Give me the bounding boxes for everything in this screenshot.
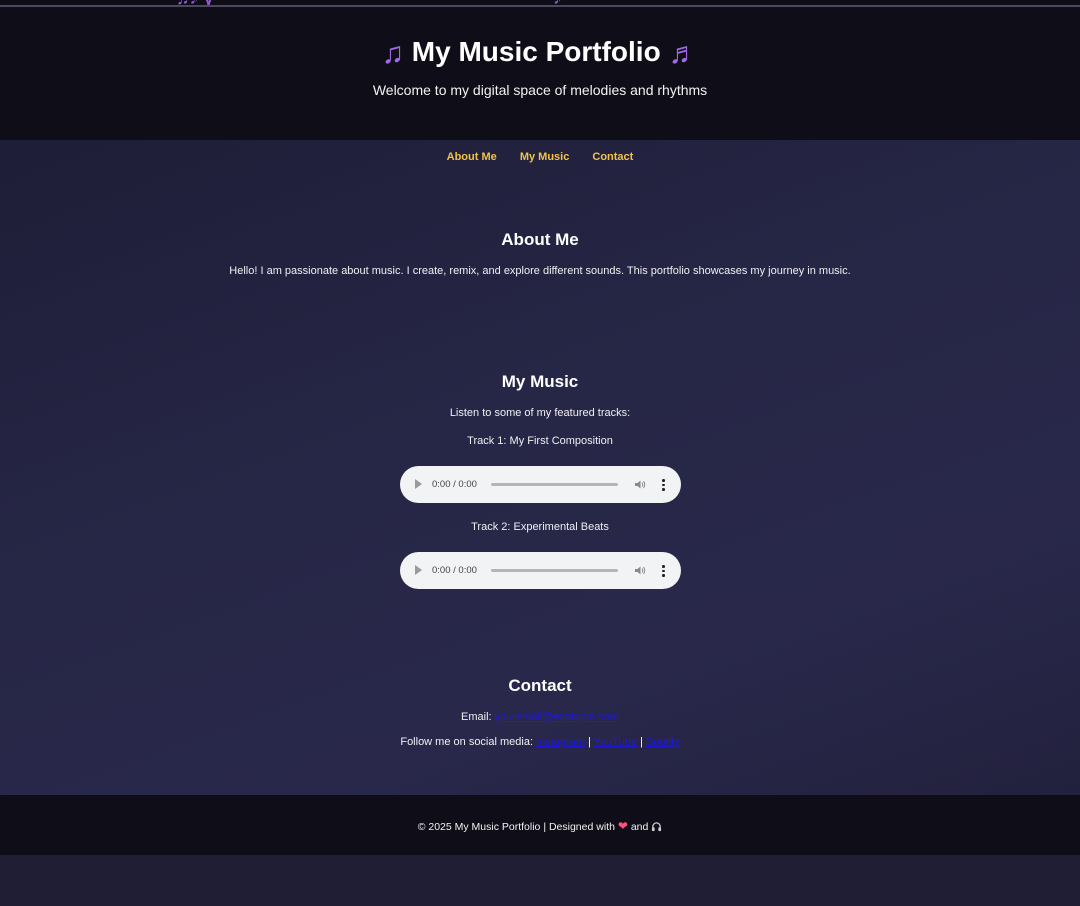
volume-icon[interactable] xyxy=(634,479,646,490)
headphone-icon xyxy=(652,822,662,832)
social-label: Follow me on social media: xyxy=(400,736,537,748)
email-label: Email: xyxy=(461,711,495,723)
volume-icon[interactable] xyxy=(634,565,646,576)
page-bottom xyxy=(0,855,1080,906)
audio-time: 0:00 / 0:00 xyxy=(432,565,477,576)
main-nav: About Me My Music Contact xyxy=(0,151,1080,163)
more-options-icon[interactable] xyxy=(657,478,669,492)
track-1-title: Track 1: My First Composition xyxy=(467,435,613,447)
more-options-icon[interactable] xyxy=(657,564,669,578)
contact-social-line: Follow me on social media: Instagram | Y… xyxy=(0,736,1080,748)
email-link[interactable]: youremail@example.com xyxy=(495,711,619,723)
track-2-title: Track 2: Experimental Beats xyxy=(471,521,609,533)
play-icon[interactable] xyxy=(415,565,422,575)
about-text: Hello! I am passionate about music. I cr… xyxy=(229,265,851,277)
site-footer: © 2025 My Music Portfolio | Designed wit… xyxy=(0,795,1080,855)
track-2-audio-player[interactable]: 0:00 / 0:00 xyxy=(400,552,681,589)
nav-my-music[interactable]: My Music xyxy=(520,151,570,163)
nav-contact[interactable]: Contact xyxy=(592,151,633,163)
site-header: ♫ My Music Portfolio ♬ Welcome to my dig… xyxy=(0,7,1080,140)
link-separator: | xyxy=(637,736,646,748)
top-strip: ♫♪ y ♪ xyxy=(0,0,1080,7)
music-intro: Listen to some of my featured tracks: xyxy=(449,407,631,419)
audio-progress-slider[interactable] xyxy=(491,483,618,486)
track-1-audio-player[interactable]: 0:00 / 0:00 xyxy=(400,466,681,503)
page-title-text: My Music Portfolio xyxy=(411,36,661,67)
audio-progress-slider[interactable] xyxy=(491,569,618,572)
play-icon[interactable] xyxy=(415,479,422,489)
page-title: ♫ My Music Portfolio ♬ xyxy=(0,33,1080,73)
link-separator: | xyxy=(585,736,594,748)
footer-copyright: © 2025 My Music Portfolio | Designed wit… xyxy=(0,819,1080,833)
musical-notes-icon: ♬ xyxy=(668,37,699,70)
nav-about-me[interactable]: About Me xyxy=(447,151,497,163)
audio-time: 0:00 / 0:00 xyxy=(432,479,477,490)
spotify-link[interactable]: Spotify xyxy=(646,736,680,748)
footer-and: and xyxy=(630,821,649,833)
heart-icon: ❤ xyxy=(617,819,628,833)
about-heading: About Me xyxy=(501,230,579,249)
music-heading: My Music xyxy=(501,372,579,391)
instagram-link[interactable]: Instagram xyxy=(536,736,585,748)
music-note-icon: ♪ xyxy=(553,0,562,5)
footer-text: © 2025 My Music Portfolio | Designed wit… xyxy=(417,821,615,833)
page-subtitle: Welcome to my digital space of melodies … xyxy=(372,82,708,98)
youtube-link[interactable]: YouTube xyxy=(594,736,637,748)
contact-heading: Contact xyxy=(508,676,572,695)
musical-note-icon: ♫ xyxy=(381,37,405,70)
music-notes-icon: ♫♪ y xyxy=(176,0,214,5)
contact-email-line: Email: youremail@example.com xyxy=(0,711,1080,723)
